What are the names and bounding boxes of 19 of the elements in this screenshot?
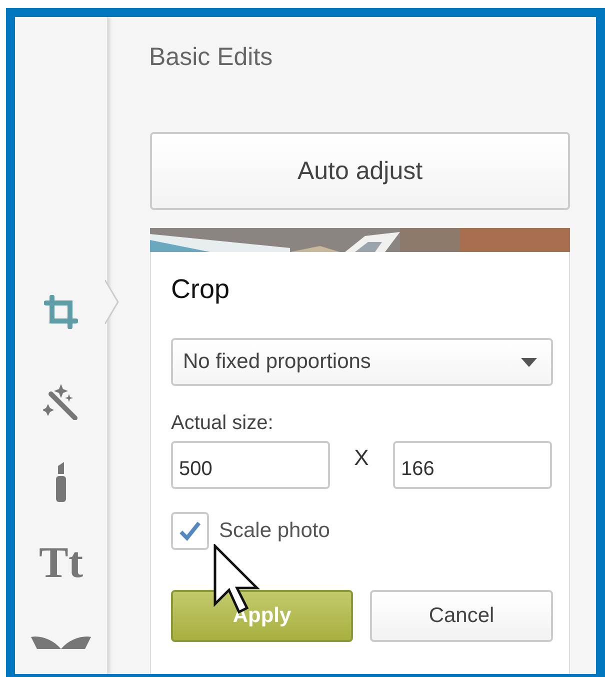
separator-label: X	[353, 445, 370, 471]
proportions-dropdown[interactable]: No fixed proportions	[171, 338, 553, 386]
checkbox[interactable]	[171, 512, 209, 550]
width-input[interactable]: 500	[171, 441, 330, 489]
section-title: Crop	[171, 273, 231, 306]
checkbox-label: Scale photo	[219, 519, 330, 543]
field-label: Actual size:	[171, 412, 274, 435]
auto-adjust-button[interactable]: Auto adjust	[150, 132, 570, 210]
magic-wand-icon	[43, 384, 79, 420]
check-icon	[179, 521, 201, 541]
butterfly-icon	[29, 635, 93, 649]
lipstick-icon	[54, 462, 68, 502]
dropdown-arrow-icon	[521, 358, 537, 366]
panel-title: Basic Edits	[149, 42, 274, 73]
cancel-button[interactable]: Cancel	[370, 590, 553, 642]
tool-button[interactable]: Tt	[15, 522, 107, 602]
height-input[interactable]: 166	[393, 441, 552, 489]
crop-icon	[44, 295, 78, 329]
selection-pointer	[105, 280, 119, 324]
